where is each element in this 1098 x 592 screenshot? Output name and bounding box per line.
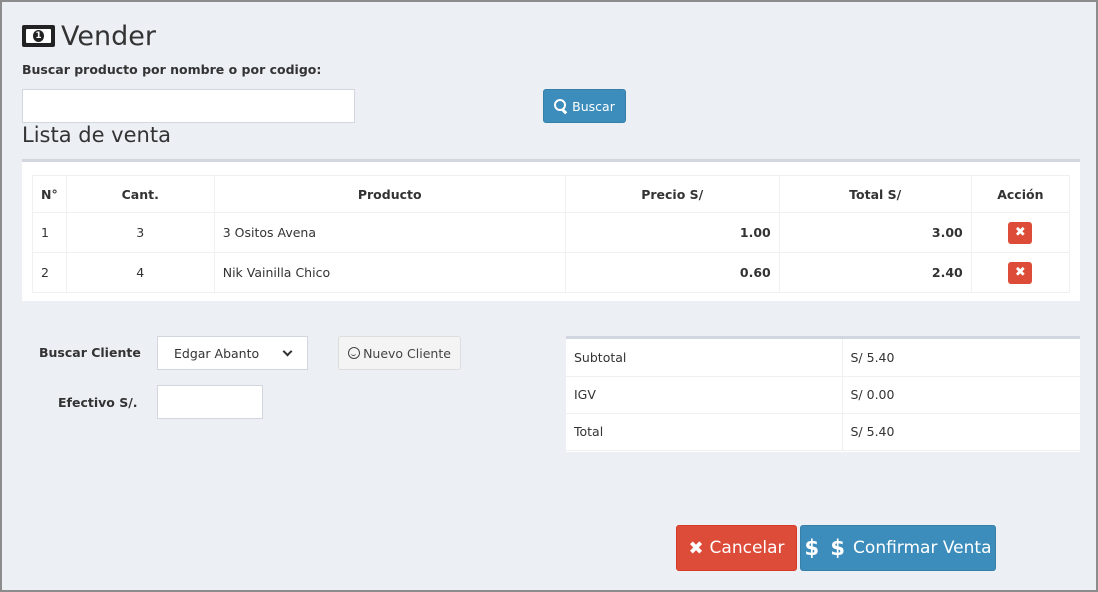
search-button-label: Buscar <box>572 98 615 114</box>
search-label: Buscar producto por nombre o por codigo: <box>22 62 322 77</box>
col-header-action: Acción <box>970 175 1071 213</box>
smile-icon <box>348 347 361 359</box>
confirm-sale-button[interactable]: $ $ Confirmar Venta <box>800 525 996 571</box>
row-qty: 4 <box>65 252 215 293</box>
row-number: 2 <box>32 252 67 293</box>
client-select-value: Edgar Abanto <box>174 345 260 361</box>
delete-row-button[interactable]: ✖ <box>1008 261 1033 284</box>
totals-label: IGV <box>566 376 843 414</box>
cancel-button[interactable]: ✖ Cancelar <box>676 525 797 571</box>
totals-row: Subtotal S/ 5.40 <box>566 339 1080 377</box>
totals-row: IGV S/ 0.00 <box>566 376 1080 414</box>
row-product: Nik Vainilla Chico <box>213 252 566 293</box>
sale-list-title: Lista de venta <box>22 123 171 147</box>
dollar-icon: $ $ <box>804 536 848 560</box>
totals-label: Total <box>566 413 843 451</box>
money-bill-icon: 1 <box>22 25 55 47</box>
client-select[interactable]: Edgar Abanto <box>157 336 308 370</box>
row-product: 3 Ositos Avena <box>213 212 566 253</box>
col-header-price: Precio S/ <box>564 175 780 213</box>
sale-list-box: N° Cant. Producto Precio S/ Total S/ Acc… <box>22 159 1080 301</box>
close-icon: ✖ <box>688 537 704 559</box>
row-total: 3.00 <box>778 212 972 253</box>
cash-input[interactable] <box>157 385 263 419</box>
totals-value: S/ 0.00 <box>842 376 1080 414</box>
delete-row-button[interactable]: ✖ <box>1008 221 1033 244</box>
cash-label: Efectivo S/. <box>58 395 138 410</box>
table-row: 2 4 Nik Vainilla Chico 0.60 2.40 ✖ <box>32 252 1071 293</box>
table-header-row: N° Cant. Producto Precio S/ Total S/ Acc… <box>32 175 1071 213</box>
search-button[interactable]: Buscar <box>543 89 626 123</box>
cancel-label: Cancelar <box>709 538 785 558</box>
col-header-number: N° <box>32 175 67 213</box>
totals-table: Subtotal S/ 5.40 IGV S/ 0.00 Total S/ 5.… <box>566 339 1080 451</box>
col-header-qty: Cant. <box>65 175 215 213</box>
page-title-text: Vender <box>61 20 156 52</box>
sale-table: N° Cant. Producto Precio S/ Total S/ Acc… <box>32 175 1071 293</box>
confirm-label: Confirmar Venta <box>853 538 992 558</box>
search-icon <box>554 99 568 113</box>
row-total: 2.40 <box>778 252 972 293</box>
row-price: 1.00 <box>564 212 780 253</box>
totals-label: Subtotal <box>566 339 843 377</box>
search-input[interactable] <box>22 89 355 123</box>
row-number: 1 <box>32 212 67 253</box>
totals-value: S/ 5.40 <box>842 413 1080 451</box>
new-client-button[interactable]: Nuevo Cliente <box>338 336 461 370</box>
row-qty: 3 <box>65 212 215 253</box>
totals-box: Subtotal S/ 5.40 IGV S/ 0.00 Total S/ 5.… <box>566 336 1080 452</box>
row-price: 0.60 <box>564 252 780 293</box>
page-title: 1 Vender <box>22 18 156 54</box>
col-header-total: Total S/ <box>778 175 972 213</box>
client-label: Buscar Cliente <box>39 345 141 360</box>
chevron-down-icon <box>282 346 293 356</box>
totals-row: Total S/ 5.40 <box>566 413 1080 451</box>
new-client-label: Nuevo Cliente <box>363 345 451 361</box>
totals-value: S/ 5.40 <box>842 339 1080 377</box>
table-row: 1 3 3 Ositos Avena 1.00 3.00 ✖ <box>32 212 1071 253</box>
col-header-product: Producto <box>213 175 566 213</box>
